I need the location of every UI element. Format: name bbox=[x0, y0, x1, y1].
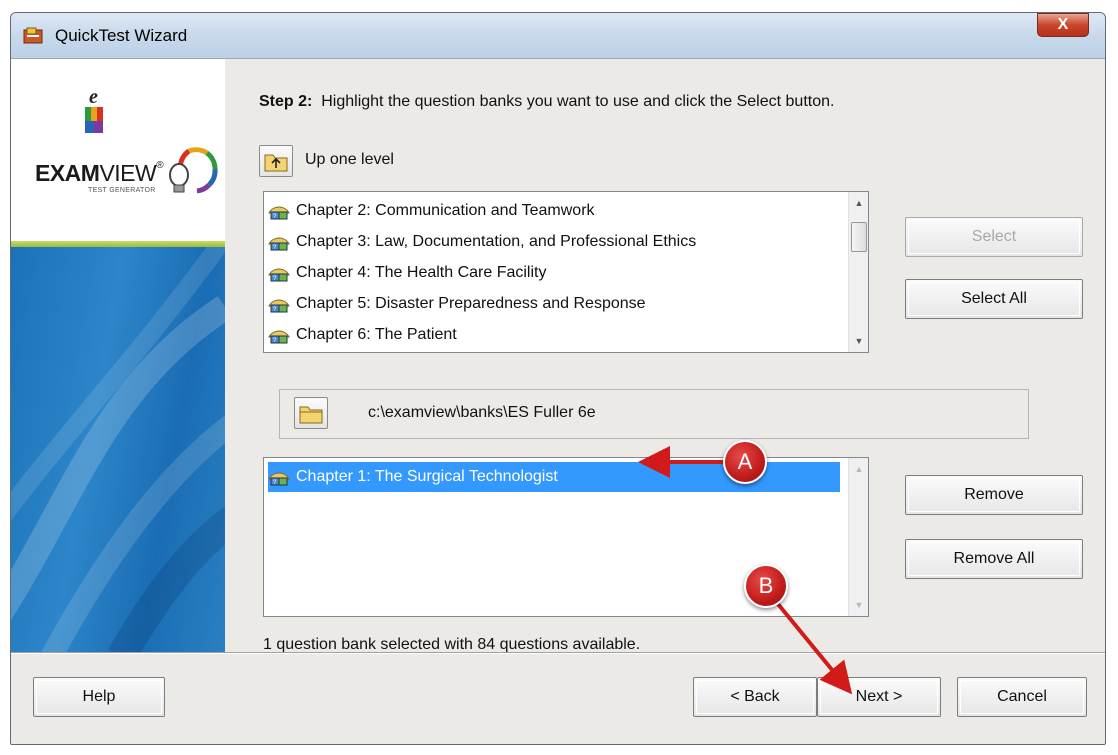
scroll-down-arrow[interactable]: ▼ bbox=[849, 332, 869, 350]
next-button[interactable]: Next > bbox=[817, 677, 941, 717]
help-button[interactable]: Help bbox=[33, 677, 165, 717]
remove-button[interactable]: Remove bbox=[905, 475, 1083, 515]
window-title: QuickTest Wizard bbox=[55, 26, 188, 45]
cancel-button[interactable]: Cancel bbox=[957, 677, 1087, 717]
list-item-label: Chapter 3: Law, Documentation, and Profe… bbox=[296, 233, 697, 250]
selected-list-scrollbar[interactable]: ▲ ▼ bbox=[848, 458, 868, 616]
scroll-down-arrow[interactable]: ▼ bbox=[849, 596, 869, 614]
up-one-level-button[interactable] bbox=[259, 145, 293, 177]
list-item[interactable]: ? Chapter 3: Law, Documentation, and Prof… bbox=[268, 227, 828, 257]
question-bank-icon: ? bbox=[268, 268, 290, 282]
lightbulb-icon bbox=[169, 147, 218, 194]
logo-wordmark: EXAMVIEW® bbox=[35, 160, 164, 186]
next-button-label: Next > bbox=[855, 688, 903, 705]
remove-all-button[interactable]: Remove All bbox=[905, 539, 1083, 579]
list-item-label: Chapter 4: The Health Care Facility bbox=[296, 264, 547, 281]
logo-e-icon: e bbox=[85, 86, 103, 133]
question-bank-icon: ? bbox=[268, 237, 290, 251]
select-button-label: Select bbox=[971, 228, 1017, 245]
remove-all-button-label: Remove All bbox=[953, 550, 1035, 567]
list-item-label: Chapter 2: Communication and Teamwork bbox=[296, 202, 595, 219]
remove-button-label: Remove bbox=[964, 486, 1024, 503]
question-bank-icon: ? bbox=[268, 330, 290, 344]
step-instructions: Step 2: Highlight the question banks you… bbox=[259, 93, 835, 110]
question-bank-icon: ? bbox=[268, 206, 290, 220]
folder-up-icon bbox=[264, 154, 288, 172]
browse-folder-button[interactable] bbox=[294, 397, 328, 429]
back-button[interactable]: < Back bbox=[693, 677, 817, 717]
available-list-scrollbar[interactable]: ▲ ▼ bbox=[848, 192, 868, 352]
select-all-button-label: Select All bbox=[961, 290, 1027, 307]
annotation-b: B bbox=[744, 564, 788, 608]
list-item[interactable]: ? Chapter 2: Communication and Teamwork bbox=[268, 196, 828, 226]
scroll-thumb[interactable] bbox=[851, 222, 867, 252]
cancel-button-label: Cancel bbox=[997, 688, 1047, 705]
folder-path: c:\examview\banks\ES Fuller 6e bbox=[368, 404, 596, 421]
logo-subtitle: TEST GENERATOR bbox=[88, 187, 156, 194]
scroll-up-arrow[interactable]: ▲ bbox=[849, 460, 869, 478]
wizard-sidebar: e EXAMVIEW® TEST GENERATOR bbox=[11, 59, 225, 652]
up-one-level-label: Up one level bbox=[305, 151, 394, 168]
annotation-a: A bbox=[723, 440, 767, 484]
quicktest-wizard-window: QuickTest Wizard X e EXAMVIEW® TEST GENE… bbox=[10, 12, 1106, 745]
close-button[interactable]: X bbox=[1037, 13, 1089, 37]
folder-icon bbox=[299, 406, 323, 424]
current-folder: c:\examview\banks\ES Fuller 6e bbox=[279, 389, 1029, 439]
wizard-content: Step 2: Highlight the question banks you… bbox=[225, 59, 1105, 653]
question-bank-icon: ? bbox=[268, 472, 290, 486]
sidebar-graphic bbox=[11, 231, 225, 652]
list-item[interactable]: ? Chapter 4: The Health Care Facility bbox=[268, 258, 828, 288]
svg-text:e: e bbox=[89, 86, 98, 108]
scroll-up-arrow[interactable]: ▲ bbox=[849, 194, 869, 212]
select-button[interactable]: Select bbox=[905, 217, 1083, 257]
question-bank-icon: ? bbox=[268, 299, 290, 313]
list-item[interactable]: ? Chapter 5: Disaster Preparedness and Re… bbox=[268, 289, 828, 319]
available-banks-list[interactable]: ? Chapter 2: Communication and Teamwork? C… bbox=[263, 191, 869, 353]
examview-logo: e EXAMVIEW® TEST GENERATOR bbox=[11, 59, 225, 241]
title-bar: QuickTest Wizard X bbox=[11, 13, 1105, 59]
select-all-button[interactable]: Select All bbox=[905, 279, 1083, 319]
help-button-label: Help bbox=[82, 688, 116, 705]
sidebar-swirl bbox=[11, 231, 225, 652]
footer-separator bbox=[11, 652, 1105, 654]
back-button-label: < Back bbox=[730, 688, 780, 705]
list-item-label: Chapter 1: The Surgical Technologist bbox=[296, 468, 558, 485]
list-item[interactable]: ? Chapter 6: The Patient bbox=[268, 320, 828, 350]
list-item-label: Chapter 6: The Patient bbox=[296, 326, 457, 343]
app-icon bbox=[23, 27, 43, 44]
list-item-label: Chapter 5: Disaster Preparedness and Res… bbox=[296, 295, 646, 312]
